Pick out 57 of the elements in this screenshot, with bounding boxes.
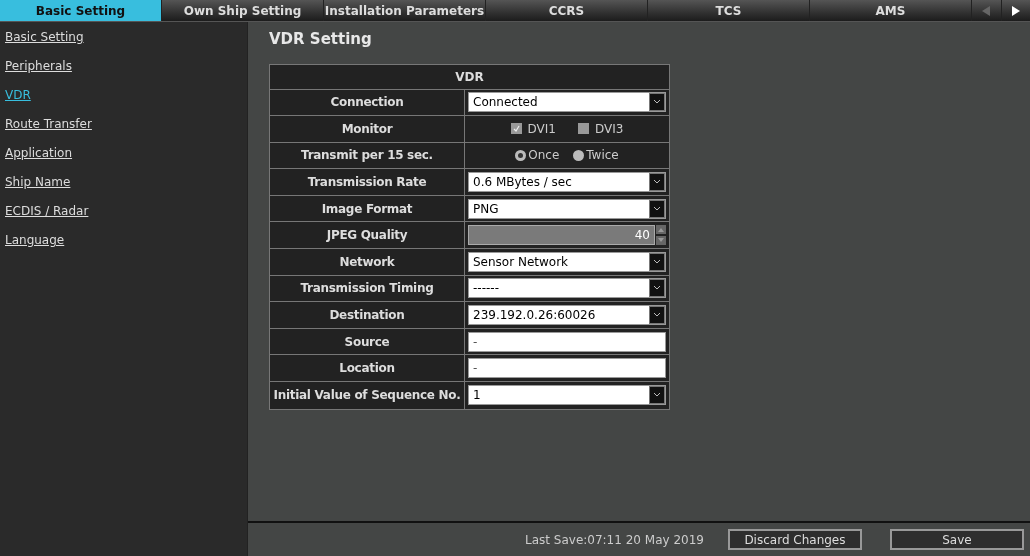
dropdown-caret-icon[interactable] — [649, 279, 665, 298]
row-label: Transmit per 15 sec. — [270, 142, 465, 169]
right-triangle-icon[interactable] — [1010, 4, 1021, 17]
checkbox-label: DVI3 — [595, 120, 624, 138]
sidebar-link[interactable]: Peripherals — [5, 57, 72, 75]
table-header: VDR — [270, 64, 669, 90]
checkbox[interactable] — [578, 123, 589, 135]
radio-button[interactable] — [515, 150, 527, 161]
dropdown-field[interactable]: ------ — [468, 278, 666, 299]
row-label: JPEG Quality — [270, 222, 465, 249]
text-input-field[interactable]: - — [468, 331, 666, 352]
row-label: Initial Value of Sequence No. — [270, 382, 465, 409]
sidebar-link[interactable]: VDR — [5, 86, 31, 104]
radio-label: Twice — [586, 147, 619, 165]
dropdown-field[interactable]: PNG — [468, 198, 666, 219]
row-label: Source — [270, 328, 465, 355]
row-label: Transmission Rate — [270, 169, 465, 195]
page-title: VDR Setting — [269, 29, 373, 50]
tab[interactable]: Installation Parameters — [324, 0, 486, 21]
sidebar-link[interactable]: Language — [5, 231, 65, 249]
text-input-field[interactable]: - — [468, 358, 666, 379]
tab[interactable]: Basic Setting — [0, 0, 162, 21]
dropdown-caret-icon[interactable] — [649, 173, 665, 192]
sidebar-link[interactable]: ECDIS / Radar — [5, 202, 89, 220]
dropdown-field[interactable]: 1 — [468, 385, 666, 406]
tab[interactable]: CCRS — [486, 0, 648, 21]
sidebar-link[interactable]: Application — [5, 144, 73, 162]
row-label: Location — [270, 355, 465, 382]
sidebar-link[interactable]: Route Transfer — [5, 115, 92, 133]
tab[interactable]: Own Ship Setting — [162, 0, 324, 21]
discard-changes-button[interactable]: Discard Changes — [727, 529, 862, 550]
row-label: Transmission Timing — [270, 275, 465, 302]
radio-button[interactable] — [573, 150, 585, 161]
dropdown-caret-icon[interactable] — [649, 306, 665, 325]
dropdown-caret-icon[interactable] — [649, 252, 665, 271]
spin-arrows-icon[interactable] — [656, 225, 666, 246]
row-label: Destination — [270, 302, 465, 328]
row-label: Network — [270, 249, 465, 275]
tab[interactable]: AMS — [810, 0, 972, 21]
dropdown-caret-icon[interactable] — [649, 386, 665, 405]
dropdown-field[interactable]: Connected — [468, 92, 666, 113]
checkbox[interactable] — [510, 123, 522, 135]
save-button[interactable]: Save — [889, 529, 1024, 550]
dropdown-caret-icon[interactable] — [649, 199, 665, 218]
radio-label: Once — [528, 147, 560, 165]
row-label: Connection — [270, 89, 465, 116]
sidebar-link[interactable]: Basic Setting — [5, 28, 84, 46]
checkbox-label: DVI1 — [527, 120, 556, 138]
dropdown-field[interactable]: 239.192.0.26:60026 — [468, 305, 666, 326]
row-label: Image Format — [270, 195, 465, 222]
dropdown-field[interactable]: 0.6 MBytes / sec — [468, 172, 666, 193]
dropdown-field[interactable]: Sensor Network — [468, 251, 666, 272]
dropdown-caret-icon[interactable] — [649, 93, 665, 112]
last-save-text: Last Save:07:11 20 May 2019 — [525, 531, 704, 549]
sidebar-link[interactable]: Ship Name — [5, 173, 71, 191]
row-label: Monitor — [270, 116, 465, 142]
tab[interactable]: TCS — [648, 0, 810, 21]
